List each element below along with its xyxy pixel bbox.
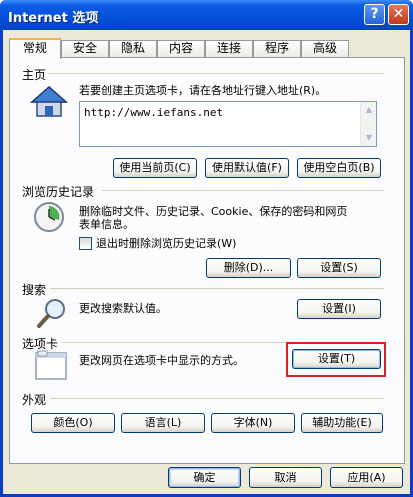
house-icon bbox=[30, 85, 68, 119]
accessibility-button[interactable]: 辅助功能(E) bbox=[301, 413, 383, 433]
search-divider bbox=[50, 288, 384, 289]
search-settings-button[interactable]: 设置(I) bbox=[297, 299, 381, 319]
fonts-button[interactable]: 字体(N) bbox=[211, 413, 295, 433]
tabs-description: 更改网页在选项卡中显示的方式。 bbox=[79, 354, 244, 367]
tab-advanced[interactable]: 高级 bbox=[301, 40, 349, 57]
tab-security[interactable]: 安全 bbox=[61, 40, 109, 57]
history-description-line1: 删除临时文件、历史记录、Cookie、保存的密码和网页 bbox=[79, 205, 348, 218]
home-url-value: http://www.iefans.net bbox=[84, 106, 224, 119]
home-divider bbox=[48, 73, 384, 74]
home-url-scrollbar[interactable]: ▲ ▼ bbox=[360, 102, 376, 146]
close-button[interactable]: ✕ bbox=[388, 4, 409, 25]
magnifier-icon bbox=[36, 297, 68, 329]
history-group-title: 浏览历史记录 bbox=[22, 185, 95, 199]
home-group-title: 主页 bbox=[22, 68, 47, 82]
use-current-button[interactable]: 使用当前页(C) bbox=[113, 158, 197, 178]
delete-history-button[interactable]: 删除(D)... bbox=[206, 258, 291, 278]
use-default-button[interactable]: 使用默认值(F) bbox=[205, 158, 289, 178]
help-button[interactable]: ? bbox=[364, 4, 385, 25]
title-bar: Internet 选项 ? ✕ bbox=[0, 0, 413, 30]
home-url-field[interactable]: http://www.iefans.net ▲ ▼ bbox=[79, 101, 377, 147]
ok-button[interactable]: 确定 bbox=[168, 467, 241, 488]
scroll-down-icon[interactable]: ▼ bbox=[362, 131, 376, 145]
languages-button[interactable]: 语言(L) bbox=[121, 413, 205, 433]
search-description: 更改搜索默认值。 bbox=[79, 302, 167, 315]
history-description-line2: 表单信息。 bbox=[79, 218, 134, 231]
tab-connections[interactable]: 连接 bbox=[205, 40, 253, 57]
history-divider bbox=[102, 190, 384, 191]
colors-button[interactable]: 颜色(O) bbox=[31, 413, 115, 433]
delete-on-exit-checkbox[interactable] bbox=[79, 237, 92, 250]
scroll-up-icon[interactable]: ▲ bbox=[362, 103, 376, 117]
delete-on-exit-label[interactable]: 退出时删除浏览历史记录(W) bbox=[96, 237, 236, 250]
tab-general[interactable]: 常规 bbox=[9, 38, 61, 59]
tabbed-window-icon bbox=[35, 350, 67, 380]
search-group-title: 搜索 bbox=[22, 283, 47, 297]
cancel-button[interactable]: 取消 bbox=[249, 467, 322, 488]
appearance-divider bbox=[50, 398, 384, 399]
tab-privacy[interactable]: 隐私 bbox=[109, 40, 157, 57]
use-blank-button[interactable]: 使用空白页(B) bbox=[297, 158, 381, 178]
tab-content[interactable]: 内容 bbox=[157, 40, 205, 57]
tab-programs[interactable]: 程序 bbox=[253, 40, 301, 57]
appearance-group-title: 外观 bbox=[22, 393, 47, 407]
window-title: Internet 选项 bbox=[8, 11, 99, 26]
history-settings-button[interactable]: 设置(S) bbox=[297, 258, 381, 278]
highlight-frame bbox=[286, 342, 386, 377]
home-description: 若要创建主页选项卡，请在各地址行键入地址(R)。 bbox=[79, 84, 327, 97]
apply-button[interactable]: 应用(A) bbox=[330, 467, 403, 488]
history-clock-icon bbox=[32, 200, 66, 234]
